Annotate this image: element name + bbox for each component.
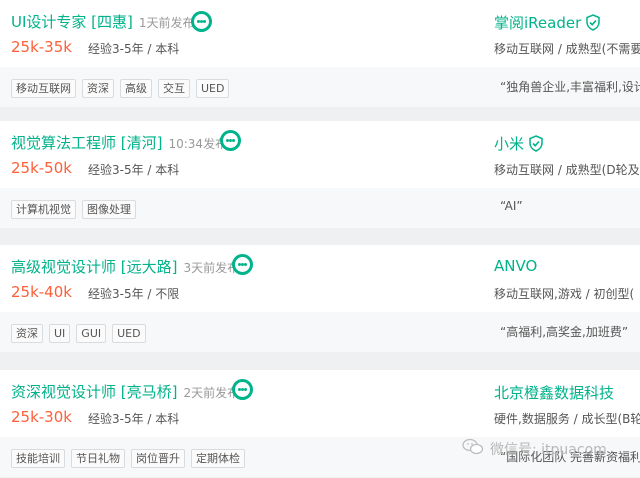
company-name[interactable]: 北京橙鑫数据科技 <box>494 384 614 402</box>
job-tag: 高级 <box>120 79 152 98</box>
job-tag: 资深 <box>11 324 43 343</box>
requirements: 经验3-5年 / 不限 <box>88 287 180 301</box>
requirements: 经验3-5年 / 本科 <box>88 163 180 177</box>
job-tag: UED <box>196 79 230 98</box>
job-tag: 图像处理 <box>82 200 136 219</box>
company-name[interactable]: 掌阅iReader <box>494 14 581 32</box>
publish-time: 10:34发布 <box>168 137 228 151</box>
job-tag: 岗位晋升 <box>131 449 185 468</box>
chat-bubble-icon[interactable] <box>191 11 212 32</box>
publish-time: 3天前发布 <box>183 261 240 275</box>
job-tag: UI <box>49 324 71 343</box>
shield-check-icon <box>528 135 544 156</box>
tag-list: 资深 UI GUI UED <box>11 322 152 343</box>
company-name-link[interactable]: 北京橙鑫数据科技 <box>494 382 614 403</box>
company-name-link[interactable]: 小米 <box>494 133 544 156</box>
chat-bubble-icon[interactable] <box>220 130 241 151</box>
company-name-link[interactable]: 掌阅iReader <box>494 12 601 35</box>
job-card[interactable]: 视觉算法工程师 [清河] 10:34发布 25k-50k 经验3-5年 / 本科计算机… <box>0 121 640 228</box>
job-tag: 交互 <box>158 79 190 98</box>
job-tag: 移动互联网 <box>11 79 76 98</box>
chat-bubble-icon[interactable] <box>232 254 253 275</box>
company-name-link[interactable]: ANVO <box>494 257 537 275</box>
company-industry: 移动互联网,游戏 / 初创型( <box>494 287 635 301</box>
job-title-link[interactable]: 高级视觉设计师 [远大路] <box>11 258 177 276</box>
job-title-link[interactable]: 视觉算法工程师 [清河] <box>11 134 162 152</box>
job-tag: 节日礼物 <box>71 449 125 468</box>
shield-check-icon <box>585 14 601 35</box>
company-slogan: “AI” <box>500 199 523 213</box>
job-tag: UED <box>112 324 146 343</box>
job-card[interactable]: 高级视觉设计师 [远大路] 3天前发布 25k-40k 经验3-5年 / 不限资深 UI… <box>0 245 640 352</box>
job-title-link[interactable]: 资深视觉设计师 [亮马桥] <box>11 383 177 401</box>
company-slogan: “独角兽企业,丰富福利,设计 <box>500 80 640 94</box>
company-industry: 硬件,数据服务 / 成长型(B轮 <box>494 412 640 426</box>
tag-list: 移动互联网 资深 高级 交互 UED <box>11 77 235 98</box>
watermark-text: 微信号: itpuacom <box>462 439 607 459</box>
title-row: 视觉算法工程师 [清河] 10:34发布 <box>11 132 227 153</box>
tag-list: 计算机视觉 图像处理 <box>11 198 142 219</box>
job-tag: 定期体检 <box>191 449 245 468</box>
job-tag: GUI <box>76 324 107 343</box>
salary: 25k-35k <box>11 38 72 56</box>
job-tag: 资深 <box>82 79 114 98</box>
title-row: UI设计专家 [四惠] 1天前发布 <box>11 11 195 32</box>
requirements: 经验3-5年 / 本科 <box>88 412 180 426</box>
company-industry: 移动互联网 / 成熟型(D轮及 <box>494 163 640 177</box>
tag-list: 技能培训 节日礼物 岗位晋升 定期体检 <box>11 447 251 468</box>
salary: 25k-50k <box>11 159 72 177</box>
company-name[interactable]: 小米 <box>494 135 524 153</box>
job-card[interactable]: UI设计专家 [四惠] 1天前发布 25k-35k 经验3-5年 / 本科移动互联网资… <box>0 0 640 107</box>
company-industry: 移动互联网 / 成熟型(不需要 <box>494 42 640 56</box>
publish-time: 2天前发布 <box>183 386 240 400</box>
publish-time: 1天前发布 <box>138 16 195 30</box>
job-tag: 计算机视觉 <box>11 200 76 219</box>
job-card[interactable]: 资深视觉设计师 [亮马桥] 2天前发布 25k-30k 经验3-5年 / 本科技能培训… <box>0 370 640 477</box>
chat-bubble-icon[interactable] <box>232 379 253 400</box>
requirements: 经验3-5年 / 本科 <box>88 42 180 56</box>
company-slogan: “高福利,高奖金,加班费” <box>500 325 629 339</box>
salary: 25k-30k <box>11 408 72 426</box>
title-row: 高级视觉设计师 [远大路] 3天前发布 <box>11 256 239 277</box>
job-title-link[interactable]: UI设计专家 [四惠] <box>11 13 133 31</box>
watermark-label: 微信号: itpuacom <box>490 442 607 458</box>
company-name[interactable]: ANVO <box>494 257 537 275</box>
job-tag: 技能培训 <box>11 449 65 468</box>
title-row: 资深视觉设计师 [亮马桥] 2天前发布 <box>11 381 239 402</box>
salary: 25k-40k <box>11 283 72 301</box>
